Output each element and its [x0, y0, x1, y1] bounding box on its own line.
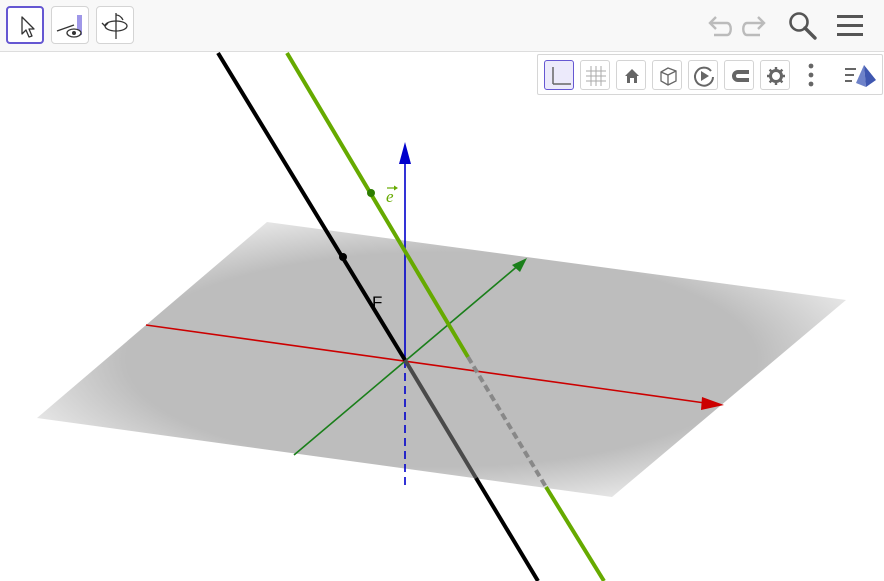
- point-label-F: F: [372, 293, 382, 312]
- vector-arrow-mark-head: [394, 185, 398, 191]
- settings-button[interactable]: [760, 60, 790, 90]
- z-axis-arrowhead: [399, 142, 411, 164]
- standard-view-button[interactable]: [616, 60, 646, 90]
- home-icon: [625, 69, 639, 83]
- menu-icon[interactable]: [833, 8, 867, 42]
- vector-label-e: e: [386, 185, 398, 206]
- point-capturing-button[interactable]: [724, 60, 754, 90]
- rotate-view-tool-button[interactable]: [96, 6, 134, 44]
- move-tool-button[interactable]: [6, 6, 44, 44]
- redo-icon[interactable]: [738, 8, 772, 42]
- more-vertical-icon[interactable]: [800, 60, 822, 90]
- grid-toggle-button[interactable]: [580, 60, 610, 90]
- view-projection-icon[interactable]: [842, 60, 878, 90]
- show-hide-tool-button[interactable]: [51, 6, 89, 44]
- point-on-black-line[interactable]: [339, 253, 347, 261]
- grid-icon: [586, 66, 606, 86]
- cube-icon: [660, 67, 677, 86]
- view-cube-button[interactable]: [652, 60, 682, 90]
- show-hide-eye-icon: [56, 15, 82, 38]
- vector-e-start-point[interactable]: [367, 189, 375, 197]
- axes-icon: [552, 67, 571, 85]
- graphics-3d-view[interactable]: F e: [0, 52, 884, 581]
- axes-toggle-button[interactable]: [544, 60, 574, 90]
- black-line-lower: [474, 476, 540, 581]
- toolbar: [0, 0, 884, 52]
- search-icon[interactable]: [785, 8, 819, 42]
- xy-plane[interactable]: [37, 222, 846, 497]
- cursor-arrow-icon: [21, 16, 35, 38]
- vector-e-letter: e: [386, 187, 394, 206]
- style-bar: [537, 54, 883, 95]
- magnet-icon: [732, 70, 749, 82]
- green-line-lower: [544, 485, 606, 581]
- rotate-play-icon: [694, 66, 714, 87]
- gear-icon: [767, 67, 785, 85]
- rotate-3d-icon: [101, 13, 128, 39]
- rotate-view-button[interactable]: [688, 60, 718, 90]
- undo-icon[interactable]: [702, 8, 736, 42]
